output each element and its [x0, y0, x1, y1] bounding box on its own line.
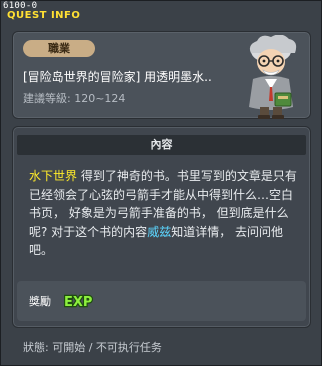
description-segment: 威兹	[147, 224, 172, 239]
window-title: QUEST INFO	[7, 10, 81, 21]
reward-label: 獎勵	[29, 295, 51, 308]
quest-header-panel: 職業 [冒险岛世界的冒险家] 用透明墨水.. 建議等級: 120~124	[12, 31, 311, 119]
quest-status: 狀態: 可開始 / 不可执行任务	[23, 341, 162, 354]
reward-panel: 獎勵 EXP EXP	[17, 281, 306, 321]
quest-description: 水下世界 得到了神奇的书。书里写到的文章是只有已经领会了心弦的弓箭手才能从中得到…	[29, 167, 303, 260]
job-tag: 職業	[23, 40, 95, 57]
quest-content-panel: 內容 水下世界 得到了神奇的书。书里写到的文章是只有已经领会了心弦的弓箭手才能从…	[12, 126, 311, 328]
npc-portrait-icon	[249, 35, 297, 119]
content-heading: 內容	[17, 135, 306, 155]
exp-text: EXP	[64, 295, 92, 310]
quest-name: [冒险岛世界的冒险家] 用透明墨水..	[23, 70, 212, 84]
recommended-level: 建議等級: 120~124	[23, 92, 126, 105]
description-segment: 水下世界	[29, 169, 78, 183]
exp-icon: EXP EXP	[63, 294, 94, 311]
quest-info-window: 6100-0 QUEST INFO 職業 [冒险岛世界的冒险家] 用透明墨水..…	[0, 0, 322, 366]
